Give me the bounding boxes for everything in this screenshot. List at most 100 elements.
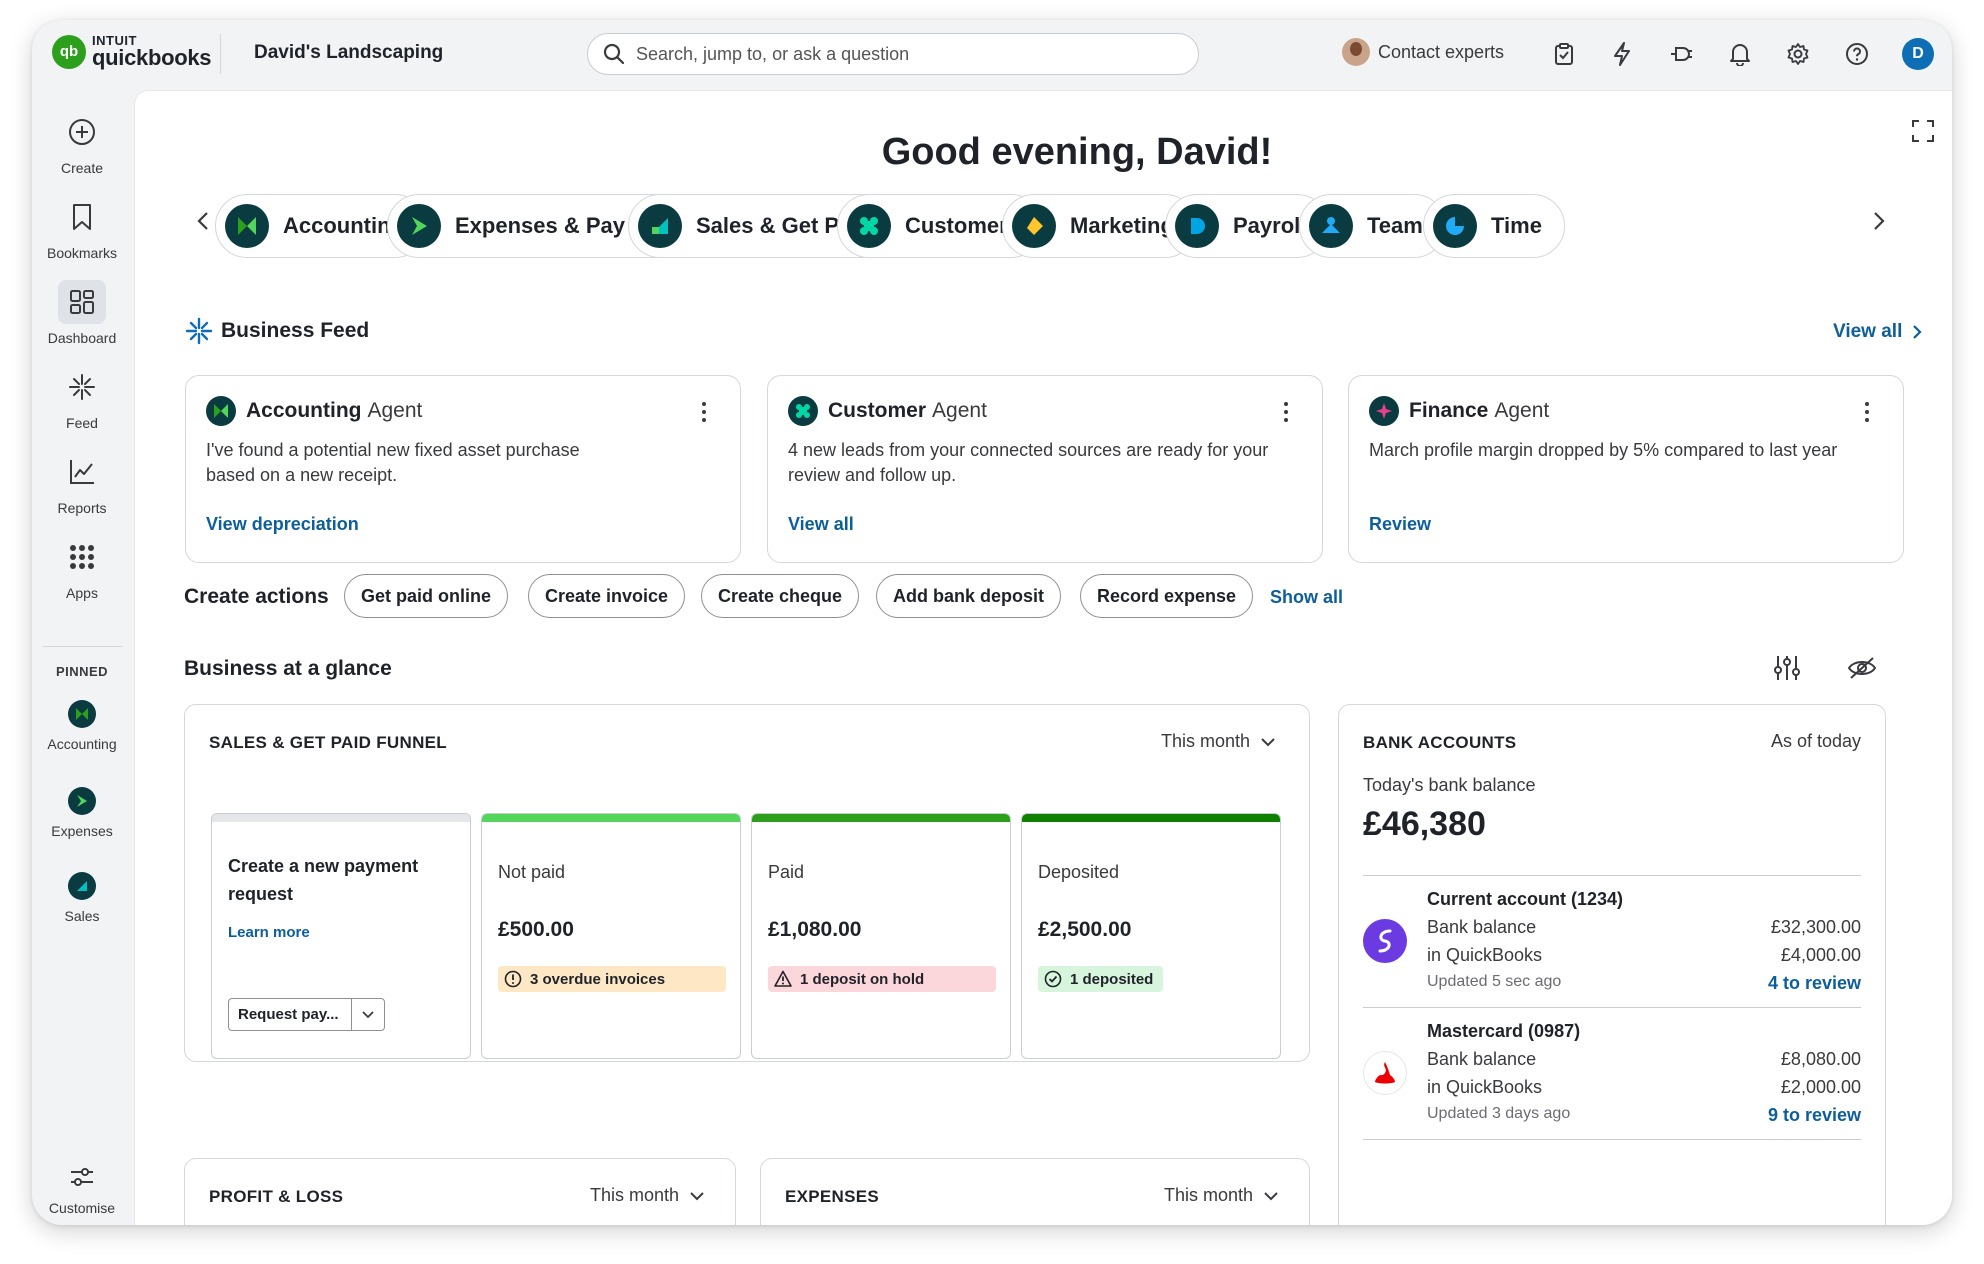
chip-time[interactable]: Time [1423,194,1565,258]
fullscreen-icon[interactable] [1911,119,1935,148]
feed-card-customer-agent: Customer Agent 4 new leads from your conn… [767,375,1323,563]
profit-loss-panel: PROFIT & LOSS This month [184,1158,736,1225]
rail-item-reports[interactable]: Reports [32,450,132,516]
bank-balance-label: Today's bank balance [1363,775,1536,795]
divider [1363,1139,1861,1140]
search-icon [603,43,625,65]
chevron-down-icon [1264,1191,1278,1200]
feed-view-all-link[interactable]: View all [1833,321,1922,343]
stage-label: Not paid [498,862,566,882]
user-avatar[interactable]: D [1902,38,1934,70]
expenses-period-dropdown[interactable]: This month [1164,1185,1279,1206]
expenses-app-icon [68,787,96,815]
overdue-badge[interactable]: 3 overdue invoices [498,966,726,992]
profit-loss-period-dropdown[interactable]: This month [590,1185,705,1206]
funnel-card-not-paid[interactable]: Not paid £500.00 3 overdue invoices [481,813,741,1059]
account-row-current[interactable]: Current account (1234) Bank balance £32,… [1363,889,1861,993]
pinned-item-label: Expenses [51,823,113,839]
plug-icon[interactable] [1667,40,1695,68]
account-name: Current account (1234) [1427,889,1624,909]
funnel-period-label: This month [1161,731,1251,751]
divider [1363,875,1861,876]
company-name[interactable]: David's Landscaping [254,42,443,64]
card-top-bar [752,814,1010,822]
gear-icon[interactable] [1784,40,1812,68]
period-label: This month [1163,1185,1253,1205]
contact-experts-label: Contact experts [1378,41,1505,62]
updated-label: Updated 3 days ago [1427,1105,1571,1122]
view-leads-link[interactable]: View all [788,514,854,535]
qb-balance-value: £4,000.00 [1780,945,1861,965]
pinned-item-sales[interactable]: Sales [32,872,132,924]
as-of-label: As of today [1770,731,1861,751]
bell-icon[interactable] [1726,40,1754,68]
stage-value: £1,080.00 [768,918,862,941]
sliders-icon [58,1160,106,1194]
stage-value: £2,500.00 [1038,918,1132,941]
chip-label: Accounting [283,213,404,238]
kebab-menu-icon[interactable] [1865,402,1869,426]
rail-item-create[interactable]: Create [32,110,132,176]
funnel-title: SALES & GET PAID FUNNEL [209,733,447,752]
profit-loss-title: PROFIT & LOSS [209,1187,344,1206]
get-paid-online-button[interactable]: Get paid online [344,574,509,618]
search-input[interactable] [636,43,1176,65]
card-top-bar [212,814,470,822]
view-depreciation-link[interactable]: View depreciation [206,514,359,535]
help-icon[interactable] [1843,40,1871,68]
funnel-period-dropdown[interactable]: This month [1161,731,1276,752]
quickbooks-logo[interactable]: qb INTUIT quickbooks [52,34,212,70]
business-feed-header: Business Feed [185,317,369,345]
agent-suffix: Agent [367,399,423,422]
bank-accounts-panel: BANK ACCOUNTS As of today Today's bank b… [1338,704,1886,1225]
stage-label: Deposited [1038,862,1120,882]
create-invoice-button[interactable]: Create invoice [528,574,686,618]
funnel-card-paid[interactable]: Paid £1,080.00 1 deposit on hold [751,813,1011,1059]
kebab-menu-icon[interactable] [1284,402,1288,426]
pinned-item-label: Sales [64,908,100,924]
feed-card-finance-agent: Finance Agent March profile margin droppe… [1348,375,1904,563]
rail-item-feed[interactable]: Feed [32,365,132,431]
learn-more-link[interactable]: Learn more [228,924,310,941]
glance-title: Business at a glance [184,657,392,680]
pinned-item-expenses[interactable]: Expenses [32,787,132,839]
pinned-item-accounting[interactable]: Accounting [32,700,132,752]
agent-name: Accounting [246,399,362,422]
feed-card-body: I've found a potential new fixed asset p… [206,440,580,485]
review-link[interactable]: Review [1369,514,1431,535]
request-payment-select[interactable]: Request pay... [228,998,385,1031]
clipboard-check-icon[interactable] [1550,40,1578,68]
kebab-menu-icon[interactable] [702,402,706,426]
rail-item-label: Dashboard [47,330,117,346]
chips-prev-arrow-icon[interactable] [191,209,215,233]
record-expense-button[interactable]: Record expense [1080,574,1254,618]
chevron-down-icon [690,1191,704,1200]
account-row-mastercard[interactable]: Mastercard (0987) Bank balance £8,080.00… [1363,1021,1861,1125]
to-review-link[interactable]: 9 to review [1768,1105,1861,1126]
deposit-hold-badge[interactable]: 1 deposit on hold [768,966,996,992]
chips-next-arrow-icon[interactable] [1867,209,1891,233]
to-review-link[interactable]: 4 to review [1768,973,1861,994]
hide-eye-icon[interactable] [1847,656,1877,685]
show-all-actions-link[interactable]: Show all [1270,587,1343,608]
customise-widgets-icon[interactable] [1772,654,1802,687]
rail-item-label: Create [60,160,104,176]
lightning-icon[interactable] [1608,40,1636,68]
rail-item-label: Bookmarks [46,245,118,261]
clock-alert-icon [504,970,522,988]
quickbooks-wordmark: quickbooks [92,45,212,70]
rail-item-customise[interactable]: Customise [32,1160,132,1216]
create-cheque-button[interactable]: Create cheque [701,574,860,618]
deposited-badge[interactable]: 1 deposited [1038,966,1164,992]
chip-label: Team [1367,213,1423,238]
contact-experts-button[interactable]: Contact experts [1342,38,1504,66]
bank-balance-value: £8,080.00 [1780,1049,1861,1069]
agent-suffix: Agent [1494,399,1550,422]
search-bar[interactable] [587,33,1199,75]
funnel-card-deposited[interactable]: Deposited £2,500.00 1 deposited [1021,813,1281,1059]
rail-item-bookmarks[interactable]: Bookmarks [32,195,132,261]
add-bank-deposit-button[interactable]: Add bank deposit [876,574,1062,618]
rail-item-dashboard[interactable]: Dashboard [32,280,132,346]
accounting-app-icon [68,700,96,728]
rail-item-apps[interactable]: Apps [32,535,132,601]
